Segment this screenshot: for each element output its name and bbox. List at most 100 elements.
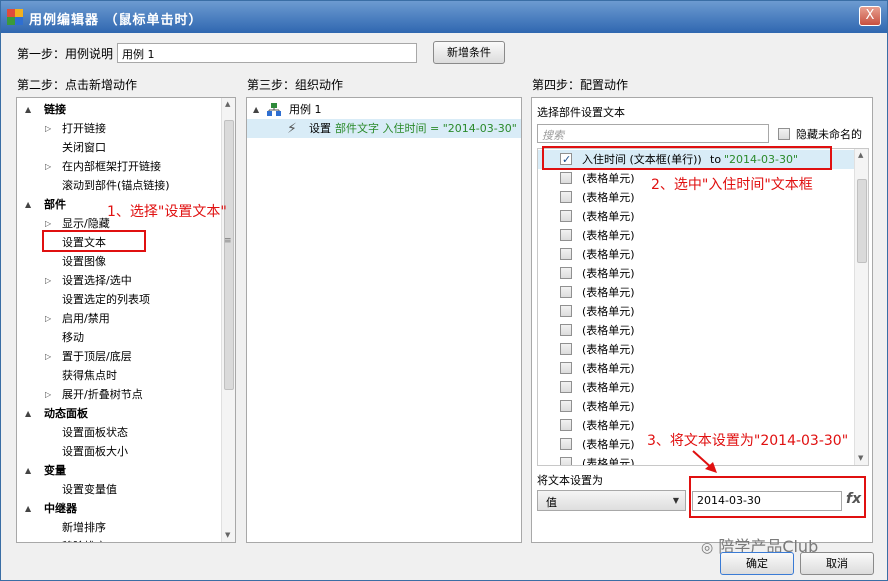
collapse-triangle-icon: ▲ xyxy=(25,466,32,475)
step2-label: 第二步：点击新增动作 xyxy=(17,78,138,92)
widget-list: ✓ 入住时间 (文本框(单行)) to "2014-03-30" (表格单元)(… xyxy=(537,148,869,466)
action-item-label: 移除排序 xyxy=(62,537,106,542)
table-cell-label: (表格单元) xyxy=(582,343,635,356)
table-cell-label: (表格单元) xyxy=(582,191,635,204)
action-item-label: 设置选定的列表项 xyxy=(62,293,150,306)
table-cell-label: (表格单元) xyxy=(582,172,635,185)
action-item-label: 新增排序 xyxy=(62,521,106,534)
collapse-triangle-icon: ▲ xyxy=(253,105,260,114)
action-item-label: 部件 xyxy=(44,198,66,211)
table-cell-label: (表格单元) xyxy=(582,438,635,451)
table-cell-checkbox[interactable] xyxy=(560,400,572,412)
action-item-label: 动态面板 xyxy=(44,407,88,420)
annotation-2: 2、选中"入住时间"文本框 xyxy=(651,177,813,193)
wechat-icon: ◎ xyxy=(701,540,714,556)
hide-unnamed-checkbox[interactable] xyxy=(778,128,790,140)
action-item-label: 启用/禁用 xyxy=(62,312,110,325)
table-cell-label: (表格单元) xyxy=(582,229,635,242)
expand-triangle-icon: ▷ xyxy=(45,124,52,133)
window-title: 用例编辑器 （鼠标单击时） xyxy=(29,13,203,28)
action-item-label: 在内部框架打开链接 xyxy=(62,160,161,173)
action-detail: 部件文字 入住时间 = "2014-03-30" xyxy=(335,122,517,135)
action-list-panel: ▲ 链接 ▷ 打开链接 关闭窗口 ▷ 在内部框架打开链接 滚动到部件(锚点链接) ▲ 部件 ▷ 显示/… xyxy=(16,97,236,543)
annotation-box-checkin xyxy=(542,146,832,170)
table-cell-checkbox[interactable] xyxy=(560,210,572,222)
table-cell-label: (表格单元) xyxy=(582,248,635,261)
ok-button[interactable]: 确定 xyxy=(720,552,794,575)
case-description-input[interactable]: 用例 1 xyxy=(117,43,417,63)
action-item-label: 获得焦点时 xyxy=(62,369,117,382)
table-cell-checkbox[interactable] xyxy=(560,286,572,298)
table-cell-checkbox[interactable] xyxy=(560,267,572,279)
action-item-label: 设置面板状态 xyxy=(62,426,128,439)
title-bar: 用例编辑器 （鼠标单击时） X xyxy=(1,1,887,33)
collapse-triangle-icon: ▲ xyxy=(25,105,32,114)
set-text-label: 将文本设置为 xyxy=(537,474,603,487)
table-cell-checkbox[interactable] xyxy=(560,305,572,317)
step4-label: 第四步：配置动作 xyxy=(532,78,629,92)
action-item-label: 链接 xyxy=(44,103,66,116)
annotation-box-set-text xyxy=(42,230,146,252)
collapse-triangle-icon: ▲ xyxy=(25,504,32,513)
table-cell-checkbox[interactable] xyxy=(560,248,572,260)
table-cell-checkbox[interactable] xyxy=(560,191,572,203)
action-item-label: 滚动到部件(锚点链接) xyxy=(62,179,170,192)
action-item-label: 设置选择/选中 xyxy=(62,274,132,287)
step1-label: 第一步：用例说明 xyxy=(17,47,114,61)
action-item-label: 设置面板大小 xyxy=(62,445,128,458)
table-cell-label: (表格单元) xyxy=(582,286,635,299)
table-cell-label: (表格单元) xyxy=(582,381,635,394)
select-widget-subtitle: 选择部件设置文本 xyxy=(537,106,625,119)
case-label: 用例 1 xyxy=(289,103,322,116)
expand-triangle-icon: ▷ xyxy=(45,314,52,323)
action-item-label: 中继器 xyxy=(44,502,77,515)
add-condition-button[interactable]: 新增条件 xyxy=(433,41,505,64)
lightning-icon: ⚡ xyxy=(287,121,297,137)
value-type-select[interactable]: 值 ▼ xyxy=(537,490,686,511)
organize-actions-panel: ▲ 用例 1 ⚡ 设置 部件文字 入住时间 = "2014-03-30" xyxy=(246,97,522,543)
expand-triangle-icon: ▷ xyxy=(45,276,52,285)
action-item-label: 打开链接 xyxy=(62,122,106,135)
annotation-1: 1、选择"设置文本" xyxy=(107,204,227,220)
action-row-set-text[interactable]: ⚡ 设置 部件文字 入住时间 = "2014-03-30" xyxy=(247,119,521,138)
table-cell-checkbox[interactable] xyxy=(560,419,572,431)
action-item-label: 关闭窗口 xyxy=(62,141,106,154)
collapse-triangle-icon: ▲ xyxy=(25,200,32,209)
table-cell-checkbox[interactable] xyxy=(560,438,572,450)
cancel-button[interactable]: 取消 xyxy=(800,552,874,575)
annotation-3: 3、将文本设置为"2014-03-30" xyxy=(647,433,849,449)
hide-unnamed-label: 隐藏未命名的 xyxy=(796,128,862,141)
table-cell-checkbox[interactable] xyxy=(560,343,572,355)
action-item-label: 移动 xyxy=(62,331,84,344)
annotation-arrow-icon xyxy=(692,450,717,473)
table-cell-label: (表格单元) xyxy=(582,457,635,466)
table-cell-label: (表格单元) xyxy=(582,324,635,337)
close-button[interactable]: X xyxy=(859,6,881,26)
widget-search-input[interactable]: 搜索 xyxy=(537,124,769,143)
value-type-selected: 值 xyxy=(546,496,557,509)
table-cell-checkbox[interactable] xyxy=(560,172,572,184)
action-item-label: 设置图像 xyxy=(62,255,106,268)
table-cell-checkbox[interactable] xyxy=(560,324,572,336)
app-logo-icon xyxy=(7,9,23,25)
table-cell-label: (表格单元) xyxy=(582,419,635,432)
table-cell-checkbox[interactable] xyxy=(560,362,572,374)
table-cell-checkbox[interactable] xyxy=(560,457,572,465)
collapse-triangle-icon: ▲ xyxy=(25,409,32,418)
action-item-label: 设置变量值 xyxy=(62,483,117,496)
expand-triangle-icon: ▷ xyxy=(45,352,52,361)
action-list-scrollbar[interactable]: ▲ ≡ ▼ xyxy=(221,98,235,542)
table-cell-label: (表格单元) xyxy=(582,400,635,413)
expand-triangle-icon: ▷ xyxy=(45,162,52,171)
table-cell-checkbox[interactable] xyxy=(560,381,572,393)
action-prefix: 设置 xyxy=(309,122,331,135)
table-cell-label: (表格单元) xyxy=(582,267,635,280)
table-cell-checkbox[interactable] xyxy=(560,229,572,241)
widget-list-scrollbar[interactable]: ▲ ▼ xyxy=(854,149,868,465)
action-item-label: 置于顶层/底层 xyxy=(62,350,132,363)
dropdown-arrow-icon: ▼ xyxy=(672,496,679,505)
annotation-box-value xyxy=(689,476,866,518)
table-cell-label: (表格单元) xyxy=(582,210,635,223)
expand-triangle-icon: ▷ xyxy=(45,390,52,399)
action-item-label: 展开/折叠树节点 xyxy=(62,388,143,401)
